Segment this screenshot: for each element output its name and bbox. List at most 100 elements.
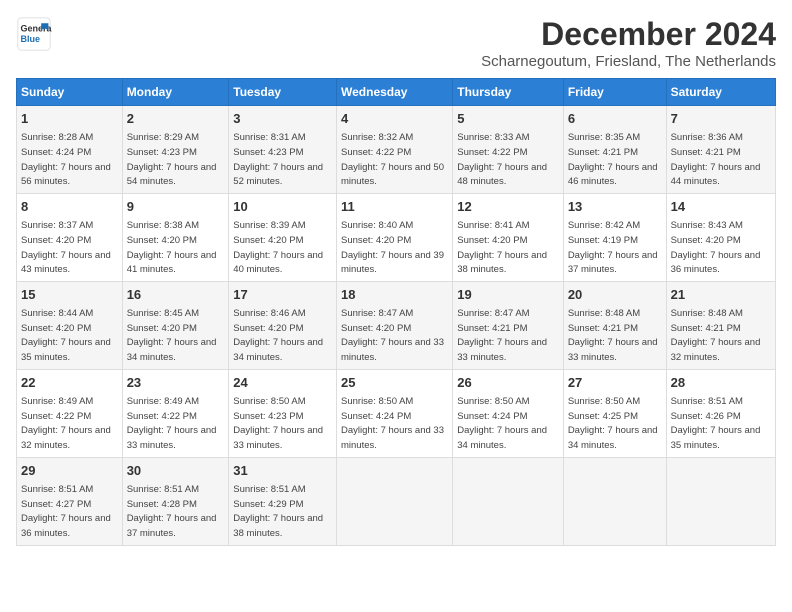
day-info: Sunrise: 8:39 AMSunset: 4:20 PMDaylight:… xyxy=(233,220,323,275)
day-info: Sunrise: 8:48 AMSunset: 4:21 PMDaylight:… xyxy=(671,308,761,363)
day-info: Sunrise: 8:47 AMSunset: 4:20 PMDaylight:… xyxy=(341,308,444,363)
calendar-cell: 14 Sunrise: 8:43 AMSunset: 4:20 PMDayligh… xyxy=(666,193,775,281)
day-number: 19 xyxy=(457,286,559,304)
day-number: 30 xyxy=(127,462,225,480)
calendar-cell xyxy=(337,457,453,545)
day-info: Sunrise: 8:50 AMSunset: 4:24 PMDaylight:… xyxy=(341,396,444,451)
logo-icon: General Blue xyxy=(16,16,52,52)
day-info: Sunrise: 8:45 AMSunset: 4:20 PMDaylight:… xyxy=(127,308,217,363)
calendar-cell: 9 Sunrise: 8:38 AMSunset: 4:20 PMDaylight… xyxy=(122,193,229,281)
calendar-cell: 17 Sunrise: 8:46 AMSunset: 4:20 PMDayligh… xyxy=(229,281,337,369)
day-info: Sunrise: 8:40 AMSunset: 4:20 PMDaylight:… xyxy=(341,220,444,275)
calendar-cell: 13 Sunrise: 8:42 AMSunset: 4:19 PMDayligh… xyxy=(563,193,666,281)
day-info: Sunrise: 8:42 AMSunset: 4:19 PMDaylight:… xyxy=(568,220,658,275)
day-number: 18 xyxy=(341,286,448,304)
day-info: Sunrise: 8:35 AMSunset: 4:21 PMDaylight:… xyxy=(568,132,658,187)
calendar-week-2: 8 Sunrise: 8:37 AMSunset: 4:20 PMDaylight… xyxy=(17,193,776,281)
header-thursday: Thursday xyxy=(453,79,564,106)
day-info: Sunrise: 8:43 AMSunset: 4:20 PMDaylight:… xyxy=(671,220,761,275)
day-info: Sunrise: 8:44 AMSunset: 4:20 PMDaylight:… xyxy=(21,308,111,363)
day-number: 28 xyxy=(671,374,771,392)
day-number: 9 xyxy=(127,198,225,216)
calendar-cell: 24Sunrise: 8:50 AMSunset: 4:23 PMDayligh… xyxy=(229,369,337,457)
calendar-week-5: 29Sunrise: 8:51 AMSunset: 4:27 PMDayligh… xyxy=(17,457,776,545)
day-info: Sunrise: 8:32 AMSunset: 4:22 PMDaylight:… xyxy=(341,132,444,187)
calendar-cell: 27 Sunrise: 8:50 AMSunset: 4:25 PMDayligh… xyxy=(563,369,666,457)
calendar-cell: 4Sunrise: 8:32 AMSunset: 4:22 PMDaylight… xyxy=(337,106,453,194)
calendar-week-4: 22 Sunrise: 8:49 AMSunset: 4:22 PMDayligh… xyxy=(17,369,776,457)
calendar-cell xyxy=(563,457,666,545)
calendar-cell: 29Sunrise: 8:51 AMSunset: 4:27 PMDayligh… xyxy=(17,457,123,545)
day-info: Sunrise: 8:49 AMSunset: 4:22 PMDaylight:… xyxy=(127,396,217,451)
day-info: Sunrise: 8:38 AMSunset: 4:20 PMDaylight:… xyxy=(127,220,217,275)
day-number: 10 xyxy=(233,198,332,216)
svg-text:Blue: Blue xyxy=(21,34,41,44)
calendar-cell: 2Sunrise: 8:29 AMSunset: 4:23 PMDaylight… xyxy=(122,106,229,194)
calendar-cell: 19 Sunrise: 8:47 AMSunset: 4:21 PMDayligh… xyxy=(453,281,564,369)
day-info: Sunrise: 8:37 AMSunset: 4:20 PMDaylight:… xyxy=(21,220,111,275)
day-info: Sunrise: 8:51 AMSunset: 4:29 PMDaylight:… xyxy=(233,484,323,539)
day-number: 27 xyxy=(568,374,662,392)
calendar-cell: 3 Sunrise: 8:31 AMSunset: 4:23 PMDaylight… xyxy=(229,106,337,194)
day-info: Sunrise: 8:49 AMSunset: 4:22 PMDaylight:… xyxy=(21,396,111,451)
header-tuesday: Tuesday xyxy=(229,79,337,106)
calendar-cell: 21 Sunrise: 8:48 AMSunset: 4:21 PMDayligh… xyxy=(666,281,775,369)
day-number: 29 xyxy=(21,462,118,480)
day-number: 11 xyxy=(341,198,448,216)
calendar-cell: 12 Sunrise: 8:41 AMSunset: 4:20 PMDayligh… xyxy=(453,193,564,281)
calendar-cell: 20 Sunrise: 8:48 AMSunset: 4:21 PMDayligh… xyxy=(563,281,666,369)
day-number: 1 xyxy=(21,110,118,128)
calendar-week-1: 1 Sunrise: 8:28 AMSunset: 4:24 PMDaylight… xyxy=(17,106,776,194)
day-info: Sunrise: 8:51 AMSunset: 4:26 PMDaylight:… xyxy=(671,396,761,451)
day-info: Sunrise: 8:47 AMSunset: 4:21 PMDaylight:… xyxy=(457,308,547,363)
day-number: 22 xyxy=(21,374,118,392)
header-saturday: Saturday xyxy=(666,79,775,106)
day-number: 16 xyxy=(127,286,225,304)
day-number: 25 xyxy=(341,374,448,392)
day-info: Sunrise: 8:50 AMSunset: 4:25 PMDaylight:… xyxy=(568,396,658,451)
calendar-header-row: SundayMondayTuesdayWednesdayThursdayFrid… xyxy=(17,79,776,106)
day-number: 7 xyxy=(671,110,771,128)
calendar-body: 1 Sunrise: 8:28 AMSunset: 4:24 PMDaylight… xyxy=(17,106,776,546)
day-number: 8 xyxy=(21,198,118,216)
day-number: 17 xyxy=(233,286,332,304)
day-number: 14 xyxy=(671,198,771,216)
day-number: 3 xyxy=(233,110,332,128)
day-info: Sunrise: 8:33 AMSunset: 4:22 PMDaylight:… xyxy=(457,132,547,187)
calendar-week-3: 15 Sunrise: 8:44 AMSunset: 4:20 PMDayligh… xyxy=(17,281,776,369)
day-info: Sunrise: 8:50 AMSunset: 4:23 PMDaylight:… xyxy=(233,396,323,451)
day-number: 23 xyxy=(127,374,225,392)
day-info: Sunrise: 8:31 AMSunset: 4:23 PMDaylight:… xyxy=(233,132,323,187)
day-number: 31 xyxy=(233,462,332,480)
page-title: December 2024 xyxy=(481,16,776,53)
day-number: 12 xyxy=(457,198,559,216)
calendar-cell: 10 Sunrise: 8:39 AMSunset: 4:20 PMDayligh… xyxy=(229,193,337,281)
day-info: Sunrise: 8:48 AMSunset: 4:21 PMDaylight:… xyxy=(568,308,658,363)
page-subtitle: Scharnegoutum, Friesland, The Netherland… xyxy=(481,53,776,70)
calendar-cell xyxy=(666,457,775,545)
day-number: 2 xyxy=(127,110,225,128)
calendar-cell xyxy=(453,457,564,545)
calendar-cell: 8 Sunrise: 8:37 AMSunset: 4:20 PMDaylight… xyxy=(17,193,123,281)
title-block: December 2024 Scharnegoutum, Friesland, … xyxy=(481,16,776,70)
day-number: 6 xyxy=(568,110,662,128)
day-info: Sunrise: 8:28 AMSunset: 4:24 PMDaylight:… xyxy=(21,132,111,187)
header-sunday: Sunday xyxy=(17,79,123,106)
day-number: 15 xyxy=(21,286,118,304)
header-monday: Monday xyxy=(122,79,229,106)
calendar-cell: 23 Sunrise: 8:49 AMSunset: 4:22 PMDayligh… xyxy=(122,369,229,457)
day-info: Sunrise: 8:41 AMSunset: 4:20 PMDaylight:… xyxy=(457,220,547,275)
header-wednesday: Wednesday xyxy=(337,79,453,106)
calendar-cell: 5 Sunrise: 8:33 AMSunset: 4:22 PMDaylight… xyxy=(453,106,564,194)
calendar-cell: 11 Sunrise: 8:40 AMSunset: 4:20 PMDayligh… xyxy=(337,193,453,281)
day-number: 5 xyxy=(457,110,559,128)
day-number: 21 xyxy=(671,286,771,304)
day-info: Sunrise: 8:46 AMSunset: 4:20 PMDaylight:… xyxy=(233,308,323,363)
day-number: 20 xyxy=(568,286,662,304)
calendar-cell: 28 Sunrise: 8:51 AMSunset: 4:26 PMDayligh… xyxy=(666,369,775,457)
day-info: Sunrise: 8:36 AMSunset: 4:21 PMDaylight:… xyxy=(671,132,761,187)
calendar-cell: 31 Sunrise: 8:51 AMSunset: 4:29 PMDayligh… xyxy=(229,457,337,545)
day-number: 13 xyxy=(568,198,662,216)
calendar-cell: 25 Sunrise: 8:50 AMSunset: 4:24 PMDayligh… xyxy=(337,369,453,457)
calendar-cell: 1 Sunrise: 8:28 AMSunset: 4:24 PMDaylight… xyxy=(17,106,123,194)
